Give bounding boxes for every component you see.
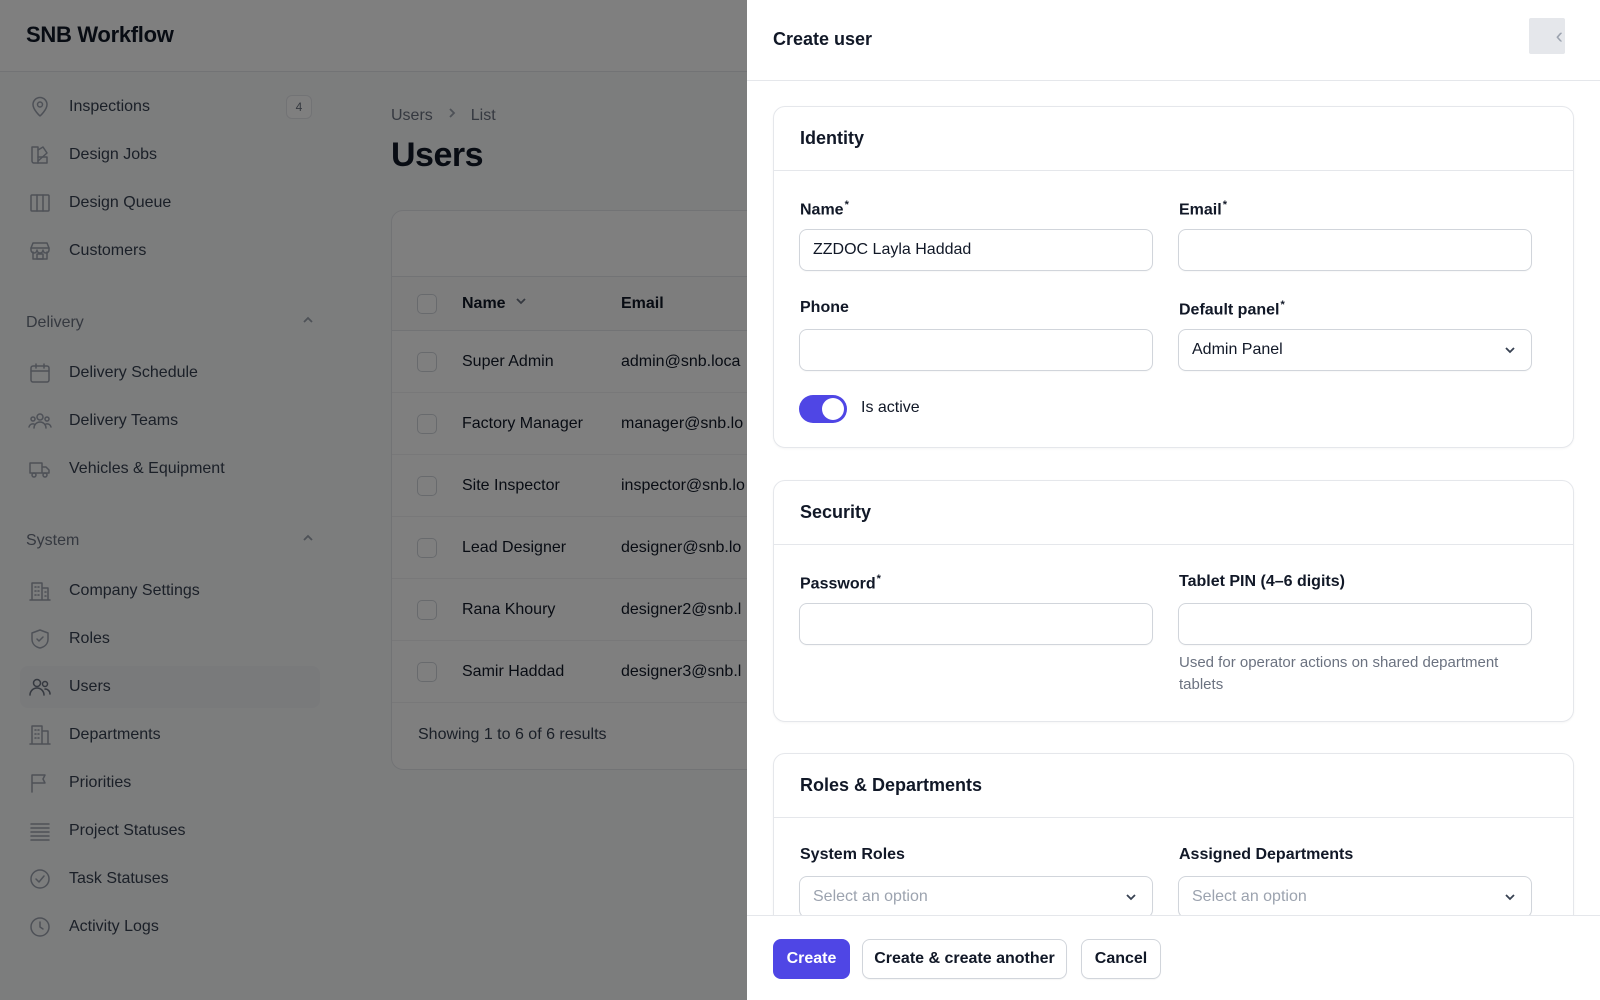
tablet-pin-hint: Used for operator actions on shared depa… (1179, 654, 1499, 693)
name-field[interactable]: ZZDOC Layla Haddad (799, 229, 1153, 271)
default-panel-label: Default panel* (1179, 299, 1285, 319)
system-roles-label: System Roles (800, 846, 905, 863)
phone-field[interactable] (799, 329, 1153, 371)
identity-section: Identity Name* ZZDOC Layla Haddad Email*… (773, 106, 1574, 448)
section-heading: Roles & Departments (774, 754, 1573, 818)
default-panel-select[interactable]: Admin Panel (1178, 329, 1532, 371)
close-icon: ‹ (1555, 23, 1563, 48)
system-roles-select[interactable]: Select an option (799, 876, 1153, 915)
panel-body: Identity Name* ZZDOC Layla Haddad Email*… (747, 81, 1600, 915)
close-button[interactable]: ‹ (1529, 18, 1565, 54)
select-placeholder: Select an option (1192, 888, 1307, 905)
email-label: Email* (1179, 199, 1227, 219)
select-placeholder: Select an option (813, 888, 928, 905)
panel-footer: Create Create & create another Cancel (747, 915, 1600, 1000)
phone-label: Phone (800, 299, 849, 316)
create-button[interactable]: Create (773, 939, 850, 979)
is-active-label: Is active (861, 399, 920, 416)
cancel-button[interactable]: Cancel (1081, 939, 1161, 979)
create-another-button[interactable]: Create & create another (862, 939, 1067, 979)
password-field[interactable] (799, 603, 1153, 645)
tablet-pin-label: Tablet PIN (4–6 digits) (1179, 573, 1345, 590)
chevron-down-icon (1124, 890, 1138, 904)
select-value: Admin Panel (1192, 341, 1283, 358)
panel-header: Create user ‹ (747, 0, 1600, 81)
section-heading: Security (774, 481, 1573, 545)
assigned-departments-label: Assigned Departments (1179, 846, 1354, 863)
is-active-toggle[interactable] (799, 395, 847, 423)
chevron-down-icon (1503, 343, 1517, 357)
panel-title: Create user (773, 29, 873, 49)
assigned-departments-select[interactable]: Select an option (1178, 876, 1532, 915)
section-heading: Identity (774, 107, 1573, 171)
tablet-pin-field[interactable] (1178, 603, 1532, 645)
create-user-panel: Create user ‹ Identity Name* ZZDOC Layla… (747, 0, 1600, 1000)
toggle-knob (822, 398, 844, 420)
name-label: Name* (800, 199, 849, 219)
chevron-down-icon (1503, 890, 1517, 904)
security-section: Security Password* Tablet PIN (4–6 digit… (773, 480, 1574, 722)
roles-departments-section: Roles & Departments System Roles Select … (773, 753, 1574, 915)
email-field[interactable] (1178, 229, 1532, 271)
password-label: Password* (800, 573, 881, 593)
